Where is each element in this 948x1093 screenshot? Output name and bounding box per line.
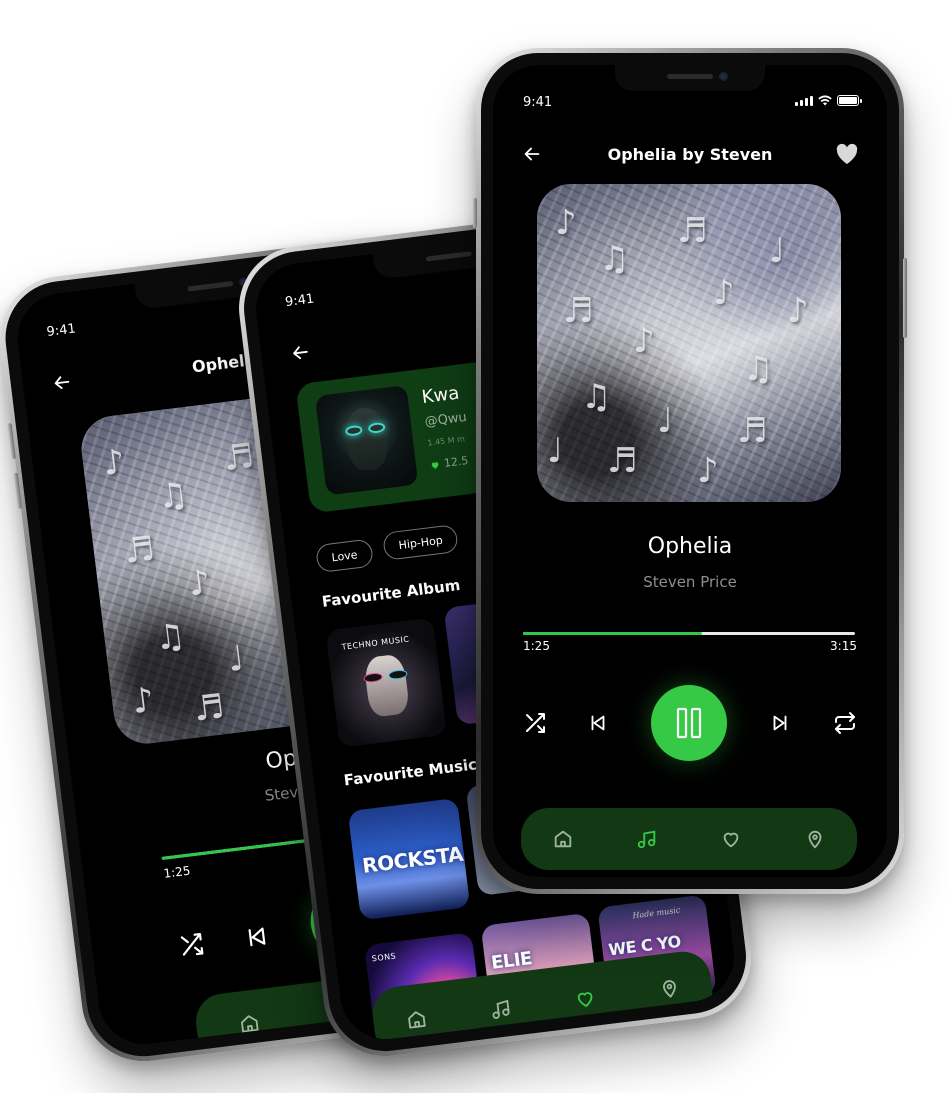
song-artist: Steven Price [643,573,737,591]
player-screen: 9:41 Ophelia by Steven ♪ ♫ ♬ ♪ ♫ ♩ ♬ ♪ ♫… [493,65,887,877]
status-icons [795,95,862,106]
phone-front: 9:41 Ophelia by Steven ♪ ♫ ♬ ♪ ♫ ♩ ♬ ♪ ♫… [473,48,907,894]
status-time: 9:41 [45,321,77,340]
heart-icon [431,461,439,469]
mockup-stage: 9:41 Ophelia by ♪♫♬ ♪♫♩ ♬♪♫ ♩♪♬ Ophe Ste… [0,0,948,1093]
pause-button[interactable] [651,685,727,761]
screen-title: Ophelia by Steven [607,145,773,164]
volume-button [7,422,16,460]
album-rockstar[interactable]: ROCKSTAR [347,797,471,921]
previous-icon[interactable] [587,711,609,735]
artist-likes-row: 12.5 [429,454,469,472]
heart-icon[interactable] [573,987,598,1012]
battery-icon [837,95,862,106]
artist-photo [314,384,419,496]
favourite-music-title: Favourite Music [342,755,478,790]
total-duration: 3:15 [830,639,857,653]
repeat-icon[interactable] [833,711,857,735]
album-label: TECHNO MUSIC [341,634,410,652]
wifi-icon [818,95,832,106]
volume-button [13,472,22,509]
home-icon[interactable] [238,1011,263,1036]
status-time: 9:41 [523,95,553,110]
song-title: Ophelia [647,534,733,559]
elapsed-time: 1:25 [162,863,192,881]
music-note-icon[interactable] [488,997,513,1022]
location-pin-icon[interactable] [804,828,826,850]
back-arrow-icon[interactable] [288,340,313,365]
album-techno-music[interactable]: TECHNO MUSIC [325,617,448,748]
home-icon[interactable] [552,828,574,850]
signal-icon [795,96,813,106]
power-button [903,258,907,338]
location-pin-icon[interactable] [657,976,682,1001]
notch [615,65,765,91]
phone-bezel: 9:41 Ophelia by Steven ♪ ♫ ♬ ♪ ♫ ♩ ♬ ♪ ♫… [481,53,899,889]
artist-handle: @Qwu [423,409,468,430]
heart-icon[interactable] [720,828,742,850]
pause-icon [676,707,702,739]
artist-name: Kwa [420,382,461,409]
progress-fill [523,632,703,635]
genre-chip-love[interactable]: Love [315,538,374,574]
shuffle-icon[interactable] [523,711,547,735]
album-text: Hade music [632,905,681,921]
artist-likes: 12.5 [443,454,470,470]
bottom-nav [521,808,857,870]
artist-meta: 1.45 M m [426,434,466,448]
favorite-heart-icon[interactable] [835,143,859,165]
elapsed-time: 1:25 [523,639,550,653]
music-note-icon[interactable] [636,828,658,850]
album-label: SONS [371,951,397,964]
album-artwork: ♪ ♫ ♬ ♪ ♫ ♩ ♬ ♪ ♫ ♩ ♪ ♬ ♪ ♩ ♬ [537,184,841,502]
favourite-album-title: Favourite Album [320,575,462,611]
next-icon[interactable] [769,711,791,735]
album-portrait [363,653,411,718]
home-icon[interactable] [404,1007,429,1032]
rockstar-title: ROCKSTAR [360,839,471,878]
shuffle-icon[interactable] [177,930,206,959]
genre-chip-hip-hop[interactable]: Hip-Hop [382,523,460,561]
status-time: 9:41 [284,291,316,311]
progress-bar[interactable] [523,632,855,635]
previous-icon[interactable] [242,922,271,951]
music-notes-art: ♪ ♫ ♬ ♪ ♫ ♩ ♬ ♪ ♫ ♩ ♪ ♬ ♪ ♩ ♬ [547,203,809,491]
mute-switch [473,198,477,228]
